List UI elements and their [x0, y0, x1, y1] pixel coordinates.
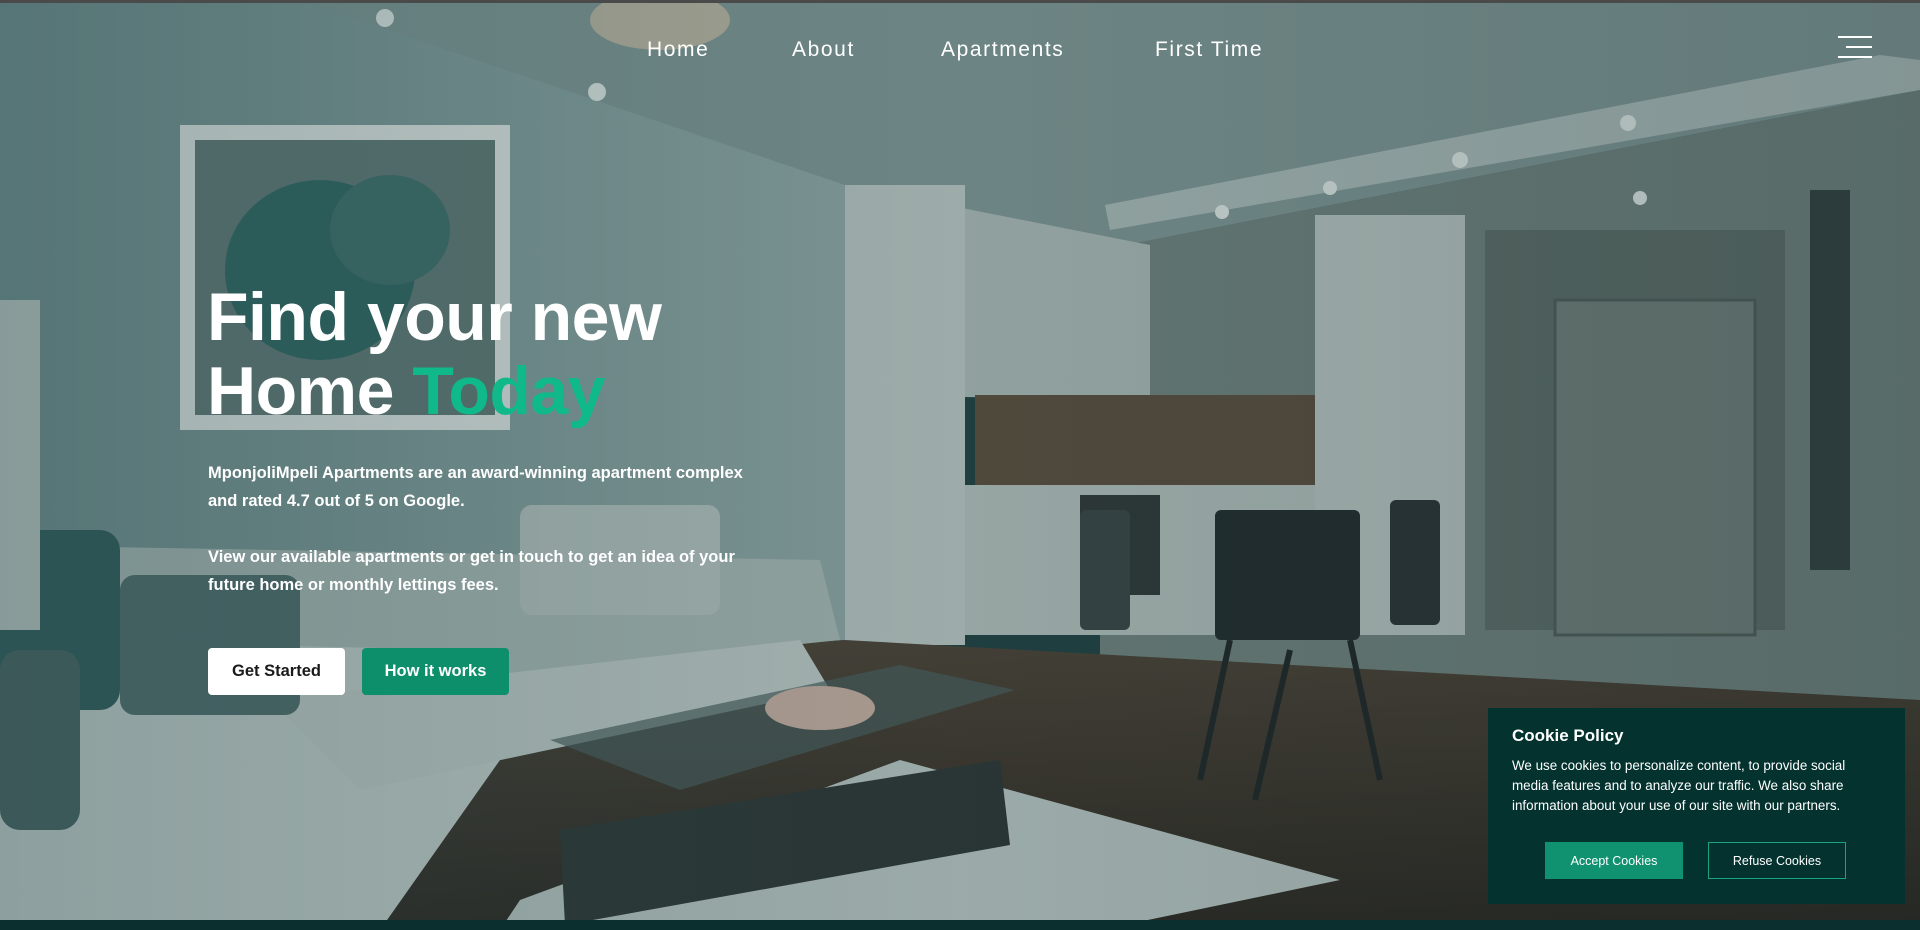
bottom-strip	[0, 920, 1920, 930]
main-nav: Home About Apartments First Time	[0, 38, 1920, 68]
nav-item-home[interactable]: Home	[647, 38, 709, 62]
headline-line-1: Find your new	[207, 279, 662, 355]
nav-item-first-time[interactable]: First Time	[1155, 38, 1263, 62]
refuse-cookies-button[interactable]: Refuse Cookies	[1708, 842, 1846, 879]
get-started-button[interactable]: Get Started	[208, 648, 345, 695]
hamburger-menu-icon[interactable]	[1836, 36, 1872, 64]
hero-headline: Find your new Home Today	[207, 279, 662, 429]
headline-line-2-prefix: Home	[207, 353, 413, 429]
hero-paragraph-2: View our available apartments or get in …	[208, 548, 735, 594]
how-it-works-button[interactable]: How it works	[362, 648, 509, 695]
nav-item-about[interactable]: About	[792, 38, 855, 62]
top-border	[0, 0, 1920, 3]
cookie-text: We use cookies to personalize content, t…	[1512, 758, 1846, 813]
hero-paragraph-1: MponjoliMpeli Apartments are an award-wi…	[208, 464, 743, 510]
accept-cookies-button[interactable]: Accept Cookies	[1545, 842, 1683, 879]
cookie-banner: Cookie Policy We use cookies to personal…	[1488, 708, 1905, 904]
cookie-title: Cookie Policy	[1512, 726, 1624, 745]
headline-accent: Today	[412, 353, 606, 429]
nav-item-apartments[interactable]: Apartments	[941, 38, 1064, 62]
